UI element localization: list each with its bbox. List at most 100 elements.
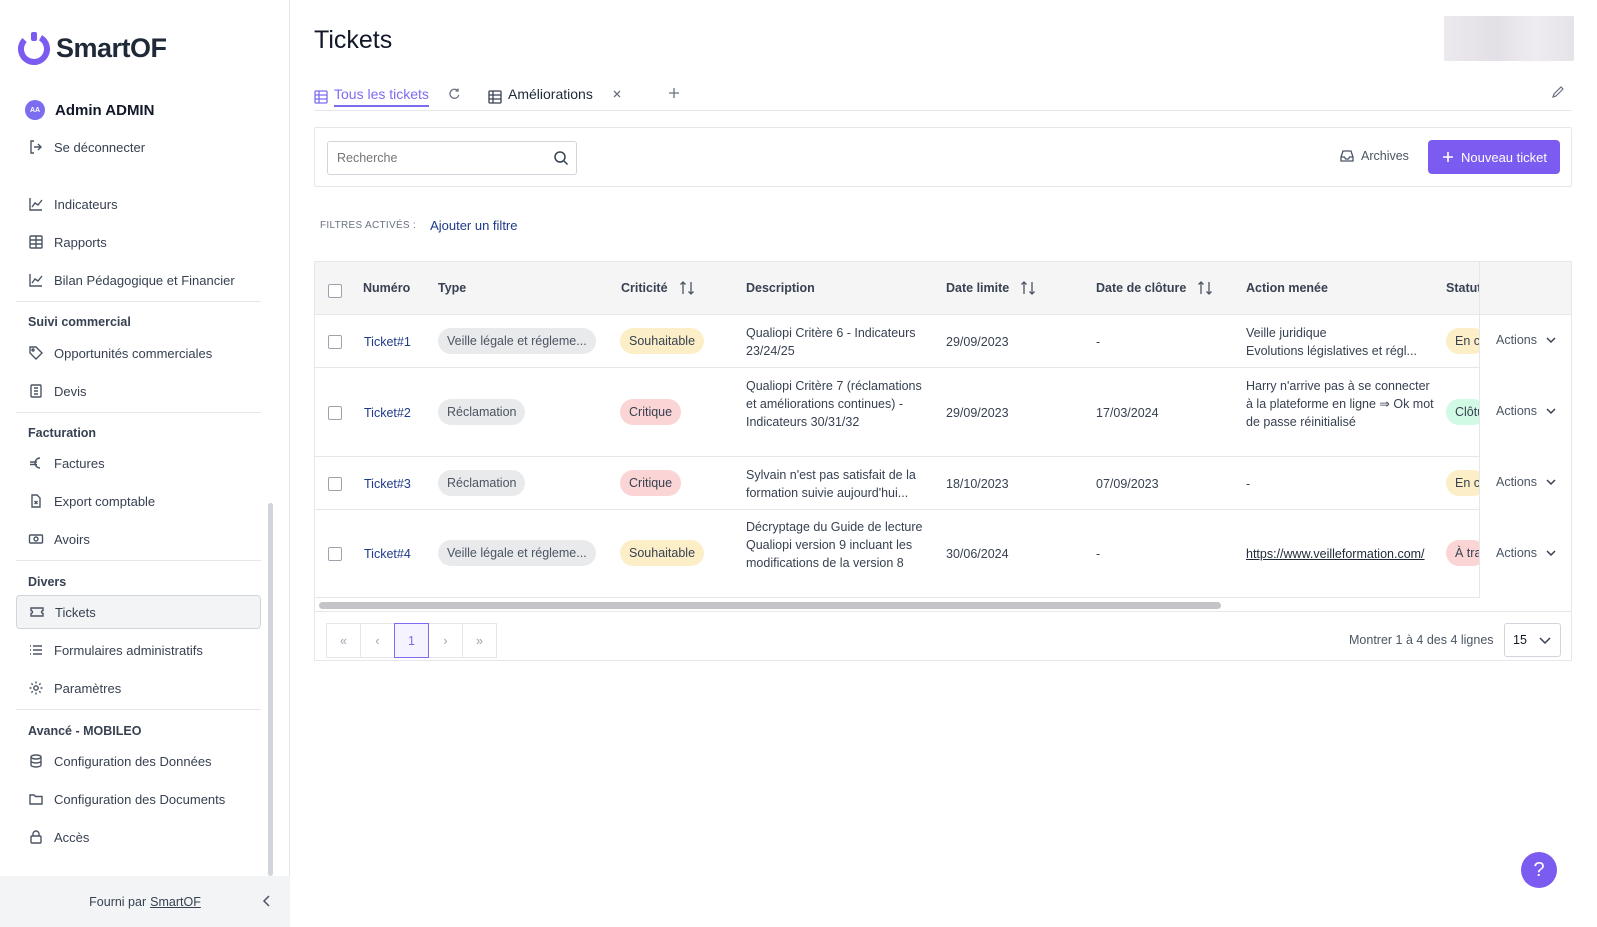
row-checkbox[interactable] (328, 547, 342, 561)
footer-link[interactable]: SmartOF (150, 895, 201, 909)
add-filter-link[interactable]: Ajouter un filtre (430, 218, 517, 233)
inbox-icon (1340, 150, 1354, 162)
action-taken-link[interactable]: https://www.veilleformation.com/ (1246, 545, 1425, 563)
sidebar-item-parametres[interactable]: Paramètres (16, 671, 261, 705)
ticket-number-link[interactable]: Ticket#2 (364, 404, 411, 422)
page-1-button[interactable]: 1 (394, 623, 429, 658)
logout-link[interactable]: Se déconnecter (16, 130, 261, 164)
deadline: 29/09/2023 (946, 406, 1009, 420)
sidebar-item-config-documents[interactable]: Configuration des Documents (16, 782, 261, 816)
archives-button[interactable]: Archives (1339, 148, 1409, 164)
chevron-down-icon (1546, 550, 1556, 557)
column-type[interactable]: Type (438, 281, 466, 295)
smartof-logo-icon (18, 32, 50, 65)
page-size-value: 15 (1513, 633, 1527, 647)
sidebar-item-config-donnees[interactable]: Configuration des Données (16, 744, 261, 778)
search-input[interactable] (327, 141, 577, 175)
sidebar-item-acces[interactable]: Accès (16, 820, 261, 854)
column-label: Date limite (946, 281, 1010, 295)
table-icon (314, 89, 328, 104)
logo[interactable]: SmartOF (16, 30, 167, 66)
sidebar-item-devis[interactable]: Devis (16, 374, 261, 408)
sort-icon[interactable] (1196, 279, 1214, 297)
column-criticite[interactable]: Criticité (621, 279, 696, 297)
select-all-checkbox[interactable] (328, 284, 342, 298)
sidebar-item-label: Rapports (54, 234, 107, 250)
sort-icon[interactable] (678, 279, 696, 297)
archives-label: Archives (1361, 149, 1409, 163)
gear-icon (29, 681, 43, 695)
edit-icon[interactable] (1551, 85, 1565, 99)
tab-tous-les-tickets[interactable]: Tous les tickets (314, 86, 429, 107)
scrollbar-thumb[interactable] (319, 602, 1221, 609)
next-page-button[interactable]: › (428, 623, 463, 658)
last-page-button[interactable]: » (462, 623, 497, 658)
sidebar-item-indicateurs[interactable]: Indicateurs (16, 187, 261, 221)
column-action-menee[interactable]: Action menée (1246, 281, 1328, 295)
table-icon (29, 235, 43, 249)
row-actions-button[interactable]: Actions (1496, 404, 1557, 418)
toolbar: Archives Nouveau ticket (314, 127, 1572, 187)
column-date-limite[interactable]: Date limite (946, 279, 1037, 297)
actions-label: Actions (1496, 333, 1537, 347)
row-checkbox[interactable] (328, 477, 342, 491)
table-row[interactable]: Ticket#4 Veille légale et régleme... Sou… (315, 510, 1571, 598)
list-icon (30, 645, 42, 655)
tab-ameliorations[interactable]: Améliorations (488, 86, 593, 107)
table-row[interactable]: Ticket#1 Veille légale et régleme... Sou… (315, 315, 1571, 368)
chevron-left-icon[interactable] (260, 894, 274, 908)
ticket-number-link[interactable]: Ticket#3 (364, 475, 411, 493)
column-description[interactable]: Description (746, 281, 815, 295)
row-checkbox[interactable] (328, 406, 342, 420)
divider (16, 301, 261, 302)
table-row[interactable]: Ticket#2 Réclamation Critique Qualiopi C… (315, 368, 1571, 457)
first-page-button[interactable]: « (326, 623, 361, 658)
user-profile[interactable]: AA Admin ADMIN (25, 100, 154, 120)
sidebar-item-avoirs[interactable]: Avoirs (16, 522, 261, 556)
sidebar-item-label: Accès (54, 829, 90, 845)
prev-page-button[interactable]: ‹ (360, 623, 395, 658)
sidebar-scrollbar[interactable] (268, 503, 273, 876)
sidebar-item-formulaires[interactable]: Formulaires administratifs (16, 633, 261, 667)
row-checkbox[interactable] (328, 335, 342, 349)
section-avance: Avancé - MOBILEO (28, 724, 142, 738)
actions-label: Actions (1496, 475, 1537, 489)
refresh-icon[interactable] (447, 87, 461, 101)
close-icon[interactable] (610, 87, 624, 101)
search-icon[interactable] (553, 150, 569, 166)
help-button[interactable]: ? (1521, 852, 1557, 888)
description: Sylvain n'est pas satisfait de la format… (746, 468, 916, 500)
page-size-select[interactable]: 15 (1504, 623, 1561, 657)
closing-date: 07/09/2023 (1096, 477, 1159, 491)
closing-date: - (1096, 547, 1101, 561)
sidebar-item-label: Avoirs (54, 531, 90, 547)
column-label: Action menée (1246, 281, 1328, 295)
row-actions-button[interactable]: Actions (1496, 546, 1557, 560)
sidebar-item-opportunites[interactable]: Opportunités commerciales (16, 336, 261, 370)
sidebar-item-bilan[interactable]: Bilan Pédagogique et Financier (16, 263, 261, 297)
add-tab-icon[interactable] (666, 85, 682, 101)
horizontal-scrollbar[interactable] (315, 598, 1571, 612)
column-date-cloture[interactable]: Date de clôture (1096, 279, 1214, 297)
lock-icon (30, 830, 42, 844)
ticket-number-link[interactable]: Ticket#4 (364, 545, 411, 563)
chevron-down-icon (1546, 479, 1556, 486)
new-ticket-button[interactable]: Nouveau ticket (1428, 140, 1560, 174)
sidebar-item-label: Configuration des Documents (54, 791, 226, 807)
column-statut[interactable]: Statut (1446, 281, 1481, 295)
sidebar-item-tickets[interactable]: Tickets (16, 595, 261, 629)
table-row[interactable]: Ticket#3 Réclamation Critique Sylvain n'… (315, 457, 1571, 510)
ticket-number-link[interactable]: Ticket#1 (364, 333, 411, 351)
table-icon (488, 89, 502, 104)
column-numero[interactable]: Numéro (363, 281, 410, 295)
sidebar-item-factures[interactable]: Factures (16, 446, 261, 480)
sidebar-item-export-comptable[interactable]: Export comptable (16, 484, 261, 518)
column-label: Description (746, 281, 815, 295)
sort-icon[interactable] (1019, 279, 1037, 297)
row-actions-button[interactable]: Actions (1496, 333, 1557, 347)
sidebar-item-label: Devis (54, 383, 87, 399)
sidebar-item-rapports[interactable]: Rapports (16, 225, 261, 259)
section-divers: Divers (28, 575, 67, 589)
row-actions-button[interactable]: Actions (1496, 475, 1557, 489)
deadline: 18/10/2023 (946, 477, 1009, 491)
